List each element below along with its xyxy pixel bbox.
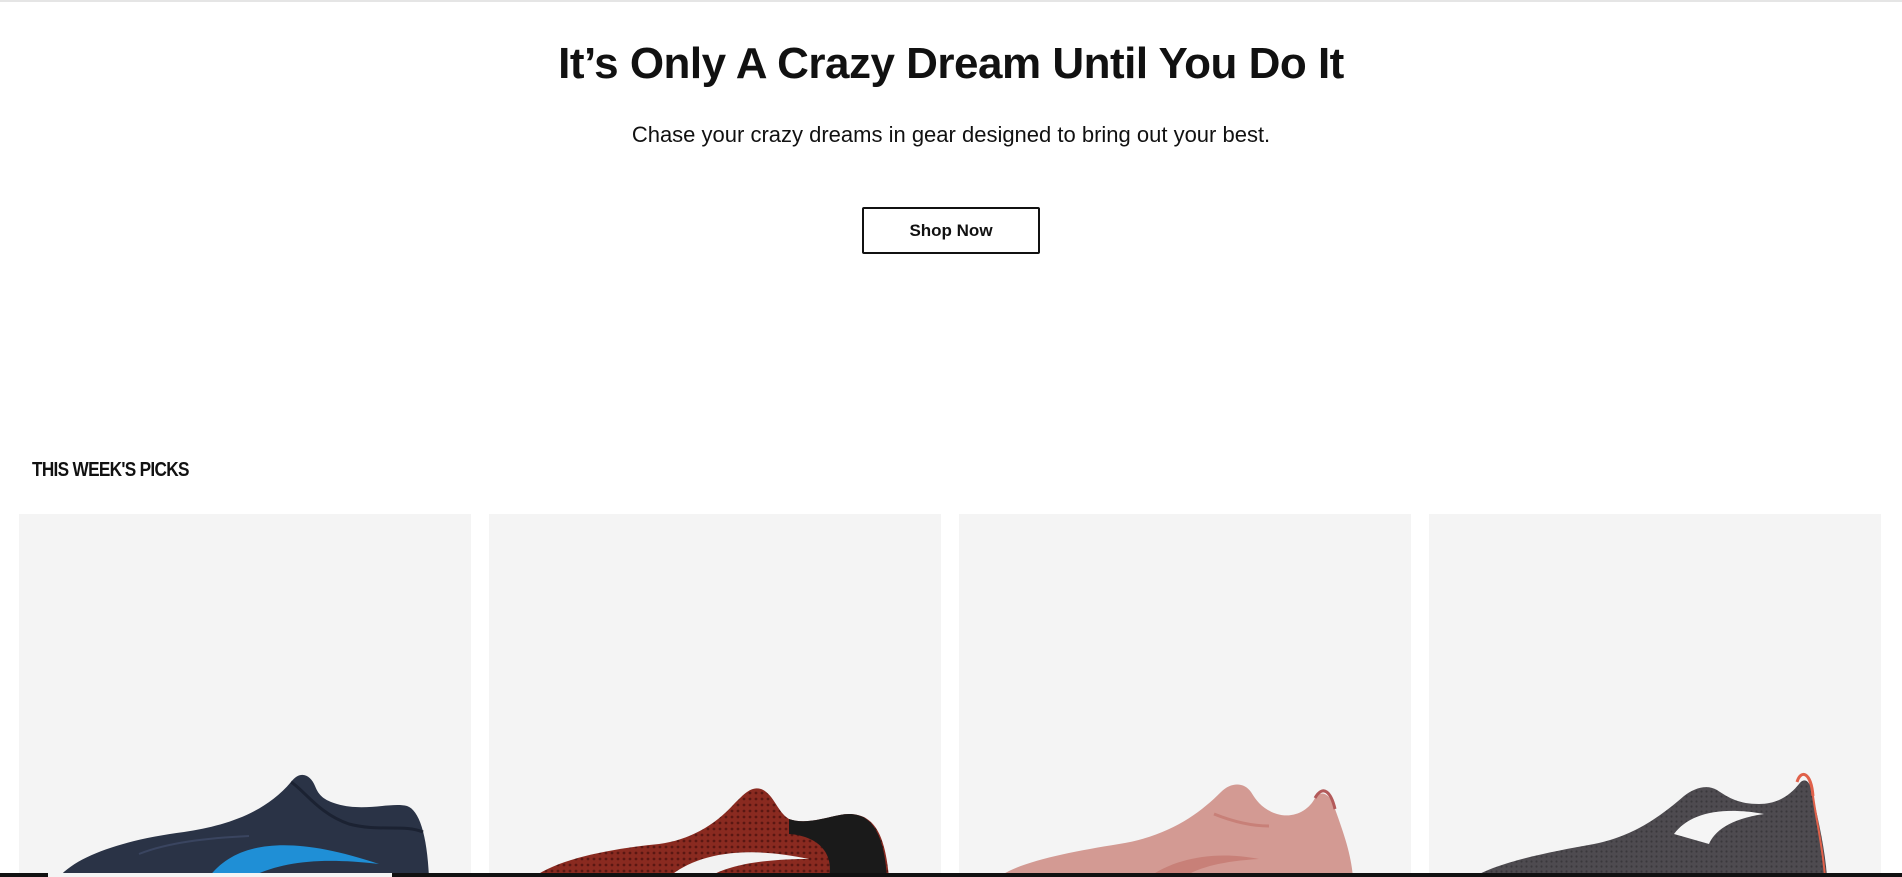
product-card-2[interactable] [489,514,941,877]
section-title: THIS WEEK'S PICKS [32,459,189,481]
shop-now-button[interactable]: Shop Now [862,207,1040,254]
product-image-2 [534,788,889,877]
product-card-4[interactable] [1429,514,1881,877]
bottom-scroll-thumb[interactable] [48,873,392,877]
product-image-4 [1474,772,1827,877]
hero-subtitle: Chase your crazy dreams in gear designed… [631,122,1271,147]
shoe-2 [534,788,889,877]
product-card-1[interactable] [19,514,471,877]
shoe-4 [1474,772,1827,877]
product-image-1 [59,774,429,877]
shoe-3 [999,784,1353,877]
top-divider [0,0,1902,2]
hero-title: It’s Only A Crazy Dream Until You Do It [558,39,1344,88]
product-image-3 [999,784,1353,877]
shoe-1 [59,774,429,877]
product-card-3[interactable] [959,514,1411,877]
